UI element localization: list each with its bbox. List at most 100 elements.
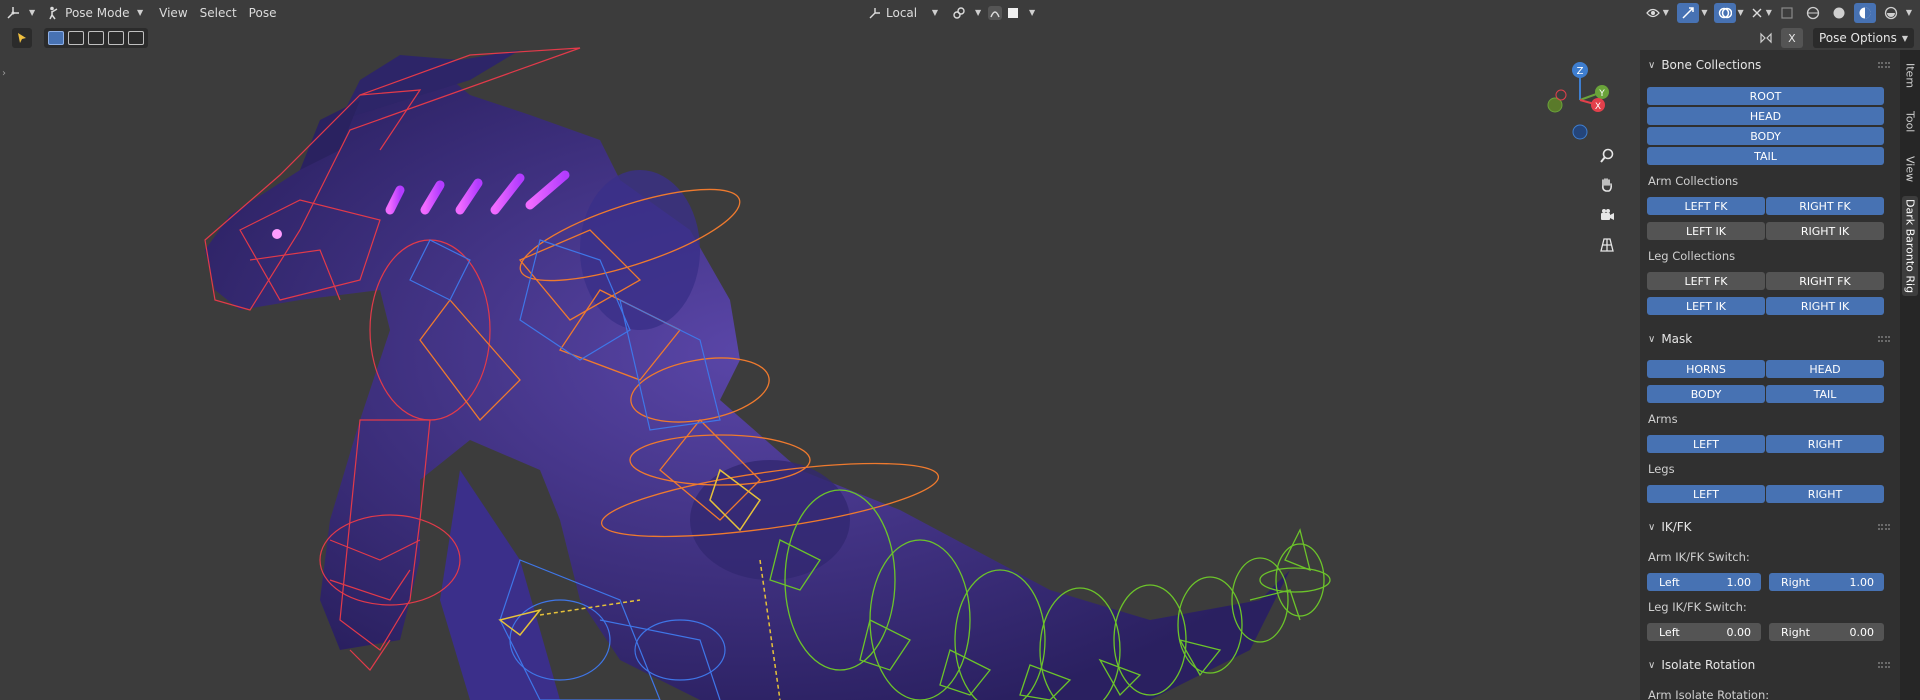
chevron-down-icon: ▼ [975, 8, 982, 17]
x-mirror-toggle[interactable]: X [1780, 28, 1803, 48]
mode-label: Pose Mode [65, 5, 130, 20]
panel-title: IK/FK [1661, 520, 1692, 534]
camera-icon[interactable] [1594, 202, 1620, 228]
arm-right-fk-button[interactable]: RIGHT FK [1766, 197, 1884, 215]
chevron-down-icon[interactable]: ▼ [1738, 8, 1744, 17]
visibility-icon[interactable]: ▼ [1641, 3, 1673, 23]
menu-pose[interactable]: Pose [243, 2, 283, 24]
chevron-down-icon[interactable]: ▼ [1701, 8, 1707, 17]
tab-view[interactable]: View [1902, 148, 1918, 190]
leg-left-fk-button[interactable]: LEFT FK [1647, 272, 1765, 290]
pan-hand-icon[interactable] [1594, 172, 1620, 198]
select-invert-icon[interactable] [108, 31, 124, 45]
collection-body-button[interactable]: BODY [1647, 127, 1884, 145]
mirror-icon[interactable] [1755, 28, 1777, 48]
menu-view[interactable]: View [153, 2, 193, 24]
chevron-down-icon: ∨ [1648, 521, 1656, 533]
slider-value: 1.00 [1726, 575, 1752, 589]
slider-label: Left [1659, 575, 1680, 589]
bone-overlay-icon[interactable]: ▼ [1750, 3, 1772, 23]
mask-head-button[interactable]: HEAD [1766, 360, 1884, 378]
navigation-gizmo[interactable]: Z Y X [1535, 55, 1615, 145]
mask-arms-left-button[interactable]: LEFT [1647, 435, 1765, 453]
arm-right-ik-button[interactable]: RIGHT IK [1766, 222, 1884, 240]
collection-tail-button[interactable]: TAIL [1647, 147, 1884, 165]
pose-icon [47, 6, 61, 20]
collection-root-button[interactable]: ROOT [1647, 87, 1884, 105]
leg-left-ik-button[interactable]: LEFT IK [1647, 297, 1765, 315]
drag-handle-icon[interactable] [1878, 524, 1890, 530]
panel-header-mask[interactable]: ∨ Mask [1648, 332, 1692, 346]
select-new-icon[interactable] [48, 31, 64, 45]
mask-legs-left-button[interactable]: LEFT [1647, 485, 1765, 503]
select-intersect-icon[interactable] [128, 31, 144, 45]
falloff-icon [1006, 6, 1020, 20]
arm-isolate-rotation-label: Arm Isolate Rotation: [1648, 688, 1770, 700]
editor-type-menu[interactable]: ▼ [0, 2, 41, 24]
drag-handle-icon[interactable] [1878, 662, 1890, 668]
mask-tail-button[interactable]: TAIL [1766, 385, 1884, 403]
leg-ikfk-left-slider[interactable]: Left 0.00 [1647, 623, 1761, 641]
rigged-creature-scene[interactable] [0, 0, 1640, 700]
mask-horns-button[interactable]: HORNS [1647, 360, 1765, 378]
slider-label: Right [1781, 575, 1810, 589]
sidebar-expand-icon[interactable]: › [2, 68, 6, 79]
leg-right-ik-button[interactable]: RIGHT IK [1766, 297, 1884, 315]
mask-body-button[interactable]: BODY [1647, 385, 1765, 403]
chevron-down-icon: ▼ [29, 8, 36, 17]
tab-item[interactable]: Item [1902, 56, 1918, 96]
zoom-icon[interactable] [1594, 143, 1620, 169]
pose-options-menu[interactable]: Pose Options ▼ [1812, 28, 1914, 48]
3d-viewport[interactable]: Z Y X › [0, 0, 1640, 700]
panel-title: Bone Collections [1661, 58, 1762, 72]
slider-value: 0.00 [1849, 625, 1875, 639]
chevron-down-icon: ▼ [931, 8, 938, 17]
shading-material-icon[interactable] [1853, 2, 1876, 23]
leg-ikfk-right-slider[interactable]: Right 0.00 [1769, 623, 1884, 641]
drag-handle-icon[interactable] [1878, 62, 1890, 68]
drag-handle-icon[interactable] [1878, 336, 1890, 342]
gizmo-toggle-icon[interactable] [1677, 2, 1700, 23]
link-icon [952, 6, 966, 20]
tab-tool[interactable]: Tool [1902, 102, 1918, 142]
selection-mode-group [44, 28, 148, 48]
chevron-down-icon[interactable]: ▼ [1906, 8, 1912, 17]
overlays-icon[interactable] [1713, 2, 1736, 23]
shading-rendered-icon[interactable] [1880, 3, 1902, 23]
select-extend-icon[interactable] [68, 31, 84, 45]
mask-legs-right-button[interactable]: RIGHT [1766, 485, 1884, 503]
pivot-point-selector[interactable]: ▼ [946, 2, 987, 24]
arm-left-fk-button[interactable]: LEFT FK [1647, 197, 1765, 215]
mask-arms-right-button[interactable]: RIGHT [1766, 435, 1884, 453]
chevron-down-icon: ▼ [137, 8, 144, 17]
leg-right-fk-button[interactable]: RIGHT FK [1766, 272, 1884, 290]
chevron-down-icon: ∨ [1648, 659, 1656, 671]
viewport-header-right: ▼ ▼ ▼ ▼ ▼ [1639, 0, 1920, 25]
shading-solid-icon[interactable] [1828, 3, 1850, 23]
shading-wireframe-icon[interactable] [1802, 3, 1824, 23]
n-panel-sidebar: ∨ Bone Collections ROOT HEAD BODY TAIL A… [1640, 50, 1900, 700]
arm-left-ik-button[interactable]: LEFT IK [1647, 222, 1765, 240]
orientation-label: Local [886, 5, 918, 20]
gizmo-y-label: Y [1598, 89, 1605, 99]
arm-ikfk-right-slider[interactable]: Right 1.00 [1769, 573, 1884, 591]
arm-ikfk-left-slider[interactable]: Left 1.00 [1647, 573, 1761, 591]
panel-title: Isolate Rotation [1661, 658, 1756, 672]
pose-options-row: X Pose Options ▼ [1753, 27, 1920, 49]
transform-orientation-selector[interactable]: Local ▼ [862, 2, 944, 24]
proportional-edit-toggle[interactable]: ▼ [982, 2, 1041, 24]
xray-icon[interactable] [1776, 3, 1798, 23]
panel-header-isolate-rotation[interactable]: ∨ Isolate Rotation [1648, 658, 1755, 672]
slider-value: 0.00 [1726, 625, 1752, 639]
select-tool-icon[interactable] [12, 28, 32, 48]
grid-icon[interactable] [1594, 232, 1620, 258]
menu-select[interactable]: Select [194, 2, 243, 24]
mode-selector[interactable]: Pose Mode ▼ [41, 2, 149, 24]
collection-head-button[interactable]: HEAD [1647, 107, 1884, 125]
chevron-down-icon: ▼ [1901, 33, 1908, 43]
tab-dark-baronto-rig[interactable]: Dark Baronto Rig [1902, 196, 1918, 296]
arm-ikfk-switch-label: Arm IK/FK Switch: [1648, 550, 1750, 564]
select-subtract-icon[interactable] [88, 31, 104, 45]
panel-header-bone-collections[interactable]: ∨ Bone Collections [1648, 58, 1761, 72]
panel-header-ikfk[interactable]: ∨ IK/FK [1648, 520, 1692, 534]
